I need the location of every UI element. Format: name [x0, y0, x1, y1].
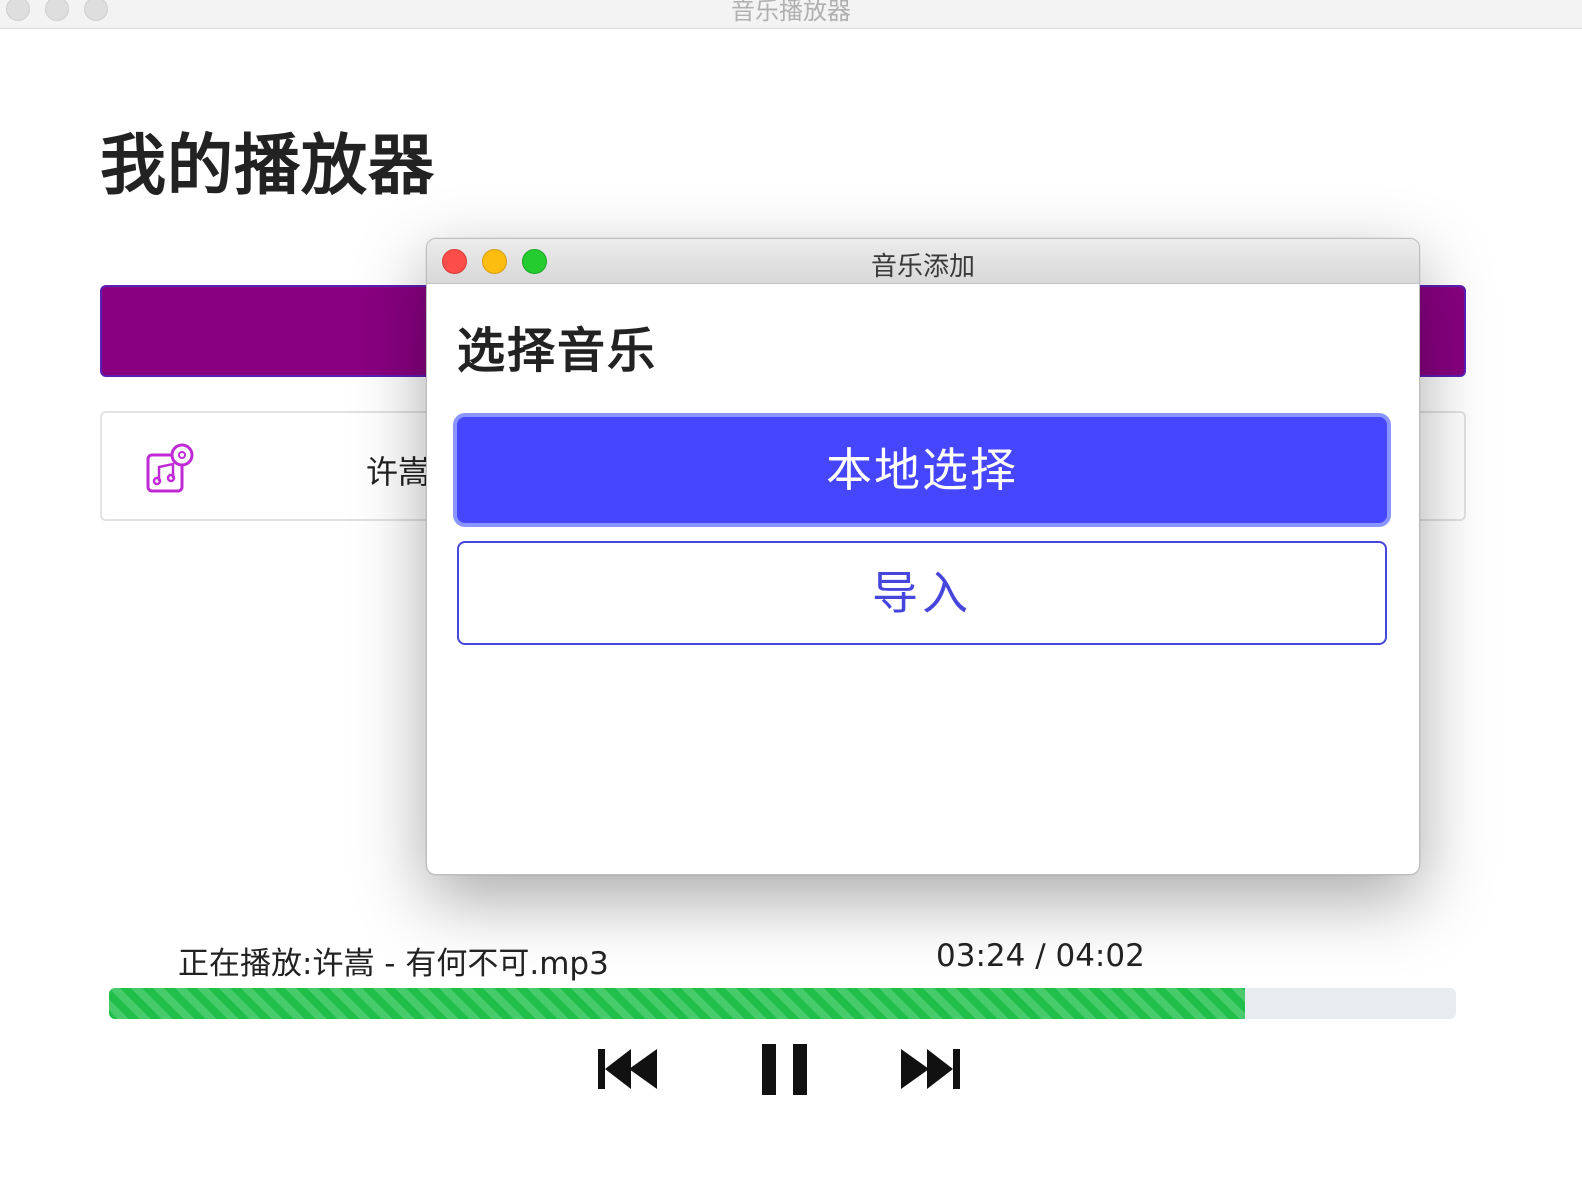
- playback-time: 03:24 / 04:02: [936, 938, 1145, 974]
- pause-button[interactable]: [760, 1043, 812, 1097]
- import-button[interactable]: 导入: [457, 541, 1387, 645]
- previous-icon: [598, 1049, 657, 1089]
- page-title: 我的播放器: [100, 127, 435, 204]
- pause-icon: [762, 1044, 807, 1095]
- next-button[interactable]: [898, 1043, 962, 1095]
- dialog-title: 音乐添加: [870, 252, 975, 282]
- dialog-titlebar: 音乐添加: [427, 239, 1419, 284]
- music-album-icon: [146, 443, 194, 493]
- local-select-button[interactable]: 本地选择: [457, 417, 1387, 523]
- add-music-dialog: 音乐添加 选择音乐 本地选择 导入: [426, 238, 1420, 875]
- progress-bar[interactable]: [109, 988, 1456, 1019]
- dialog-heading: 选择音乐: [457, 323, 658, 379]
- main-window-titlebar: 音乐播放器: [0, 0, 1582, 29]
- now-playing-label: 正在播放:许嵩 - 有何不可.mp3: [178, 946, 609, 982]
- song-artist-label: 许嵩: [366, 453, 431, 491]
- next-icon: [901, 1049, 960, 1089]
- progress-fill: [109, 988, 1245, 1019]
- main-window-title: 音乐播放器: [731, 0, 851, 25]
- previous-button[interactable]: [596, 1043, 660, 1095]
